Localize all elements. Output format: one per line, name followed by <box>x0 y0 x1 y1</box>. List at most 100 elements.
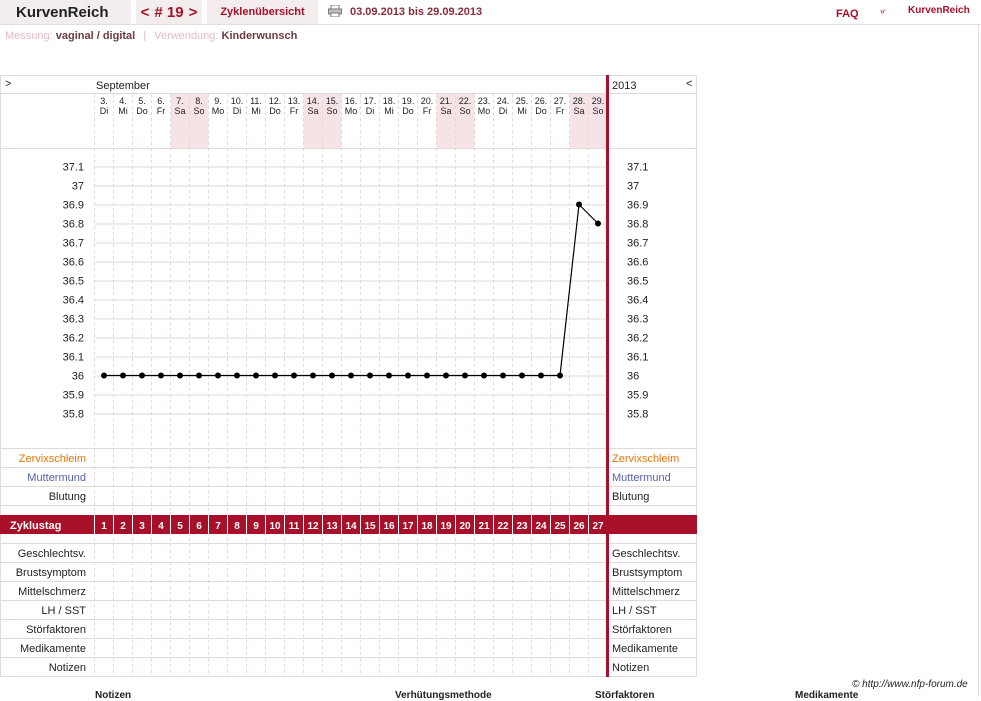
cycle-day-number: 4 <box>158 521 164 532</box>
weekday-label: Sa <box>174 106 185 116</box>
temperature-point[interactable] <box>576 201 582 208</box>
weekday-label: Di <box>100 106 109 116</box>
y-tick-label-right: 36.9 <box>627 200 648 212</box>
date-label: 11. <box>250 96 262 106</box>
cycle-day-number: 25 <box>554 521 566 532</box>
weekday-label: Sa <box>307 106 318 116</box>
y-tick-label-right: 35.8 <box>627 409 648 421</box>
date-label: 26. <box>535 96 548 106</box>
cycle-day-label: Zyklustag <box>10 520 61 532</box>
date-label: 22. <box>459 96 472 106</box>
temperature-point[interactable] <box>367 372 373 379</box>
y-tick-label-left: 36.7 <box>63 238 84 250</box>
temperature-point[interactable] <box>234 372 240 379</box>
cycle-day-number: 9 <box>253 521 259 532</box>
bottom-row-label-left: Notizen <box>49 662 86 674</box>
cycle-day-number: 15 <box>364 521 376 532</box>
temperature-point[interactable] <box>348 372 354 379</box>
row-label-zervix-left: Zervixschleim <box>19 453 86 465</box>
temperature-point[interactable] <box>424 372 430 379</box>
date-label: 24. <box>497 96 510 106</box>
bottom-row-label-right: Brustsymptom <box>612 567 682 579</box>
y-tick-label-left: 36.9 <box>63 200 84 212</box>
weekday-label: Mi <box>517 106 527 116</box>
temperature-point[interactable] <box>291 372 297 379</box>
y-tick-label-right: 37.1 <box>627 162 648 174</box>
weekday-label: Mi <box>118 106 128 116</box>
cycle-day-number: 7 <box>215 521 221 532</box>
temperature-point[interactable] <box>462 372 468 379</box>
weekday-label: Di <box>233 106 242 116</box>
temperature-point[interactable] <box>595 220 601 227</box>
date-label: 9. <box>214 96 222 106</box>
bottom-row-label-left: Brustsymptom <box>16 567 86 579</box>
y-tick-label-left: 36.5 <box>63 276 84 288</box>
weekday-label: Do <box>269 106 281 116</box>
date-label: 15. <box>326 96 339 106</box>
temperature-point[interactable] <box>196 372 202 379</box>
date-label: 25. <box>516 96 529 106</box>
weekday-label: Fr <box>290 106 299 116</box>
temperature-point[interactable] <box>215 372 221 379</box>
cycle-day-number: 1 <box>101 521 107 532</box>
y-tick-label-left: 36.6 <box>63 257 84 269</box>
temperature-point[interactable] <box>177 372 183 379</box>
bottom-row-label-left: Mittelschmerz <box>18 586 86 598</box>
weekday-label: So <box>592 106 603 116</box>
weekday-label: So <box>193 106 204 116</box>
date-label: 20. <box>421 96 434 106</box>
weekday-label: So <box>459 106 470 116</box>
year-label: 2013 <box>612 80 636 92</box>
temperature-point[interactable] <box>158 372 164 379</box>
bottom-row-label-right: Geschlechtsv. <box>612 548 680 560</box>
temperature-point[interactable] <box>443 372 449 379</box>
current-day-marker <box>606 75 609 677</box>
temperature-point[interactable] <box>139 372 145 379</box>
temperature-point[interactable] <box>481 372 487 379</box>
y-tick-label-left: 35.8 <box>63 409 84 421</box>
temperature-point[interactable] <box>557 372 563 379</box>
y-tick-label-left: 36.3 <box>63 314 84 326</box>
cycle-day-number: 21 <box>478 521 490 532</box>
cycle-day-number: 19 <box>440 521 452 532</box>
bottom-row-label-right: Medikamente <box>612 643 678 655</box>
cycle-day-number: 3 <box>139 521 145 532</box>
row-label-blutung-right: Blutung <box>612 491 649 503</box>
row-label-zervix-right: Zervixschleim <box>612 453 679 465</box>
temperature-point[interactable] <box>253 372 259 379</box>
y-tick-label-left: 36 <box>72 371 84 383</box>
footer-medication-heading: Medikamente <box>795 690 859 701</box>
date-label: 28. <box>573 96 586 106</box>
temperature-point[interactable] <box>500 372 506 379</box>
weekday-label: So <box>326 106 337 116</box>
date-label: 13. <box>288 96 301 106</box>
y-tick-label-left: 37 <box>72 181 84 193</box>
date-label: 18. <box>383 96 396 106</box>
y-tick-label-left: 36.8 <box>63 219 84 231</box>
temperature-point[interactable] <box>272 372 278 379</box>
y-tick-label-left: 37.1 <box>63 162 84 174</box>
footer-method-heading: Verhütungsmethode <box>395 690 492 701</box>
weekday-label: Di <box>366 106 375 116</box>
weekday-label: Mi <box>384 106 394 116</box>
bottom-row-label-left: Geschlechtsv. <box>18 548 86 560</box>
temperature-point[interactable] <box>101 372 107 379</box>
y-tick-label-left: 36.1 <box>63 352 84 364</box>
cycle-day-number: 5 <box>177 521 183 532</box>
temperature-point[interactable] <box>329 372 335 379</box>
y-tick-label-right: 36.4 <box>627 295 648 307</box>
y-tick-label-right: 36.7 <box>627 238 648 250</box>
y-tick-label-right: 36.5 <box>627 276 648 288</box>
cycle-day-number: 20 <box>459 521 471 532</box>
temperature-point[interactable] <box>519 372 525 379</box>
temperature-point[interactable] <box>405 372 411 379</box>
temperature-point[interactable] <box>310 372 316 379</box>
date-label: 16. <box>345 96 358 106</box>
y-tick-label-right: 36 <box>627 371 639 383</box>
temperature-point[interactable] <box>386 372 392 379</box>
temperature-point[interactable] <box>120 372 126 379</box>
y-tick-label-right: 36.1 <box>627 352 648 364</box>
y-tick-label-right: 37 <box>627 181 639 193</box>
temperature-point[interactable] <box>538 372 544 379</box>
y-tick-label-right: 36.3 <box>627 314 648 326</box>
